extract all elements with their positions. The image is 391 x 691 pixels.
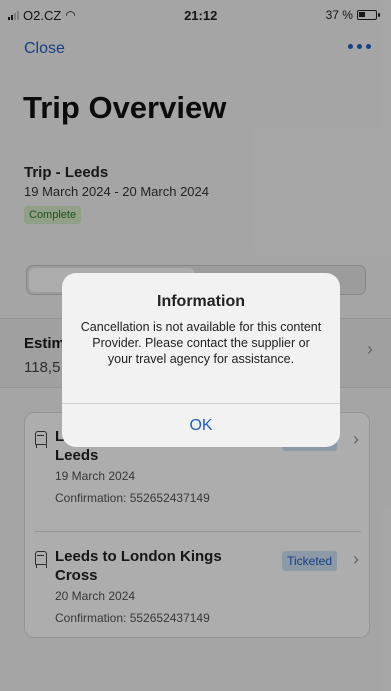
trip-overview-screen: O2.CZ ◠ 21:12 37 % Close Trip Overview T…	[0, 0, 391, 691]
alert-message: Cancellation is not available for this c…	[80, 320, 322, 366]
ok-button[interactable]: OK	[62, 404, 340, 447]
alert-title: Information	[157, 293, 245, 310]
information-alert: Information Cancellation is not availabl…	[62, 273, 340, 447]
